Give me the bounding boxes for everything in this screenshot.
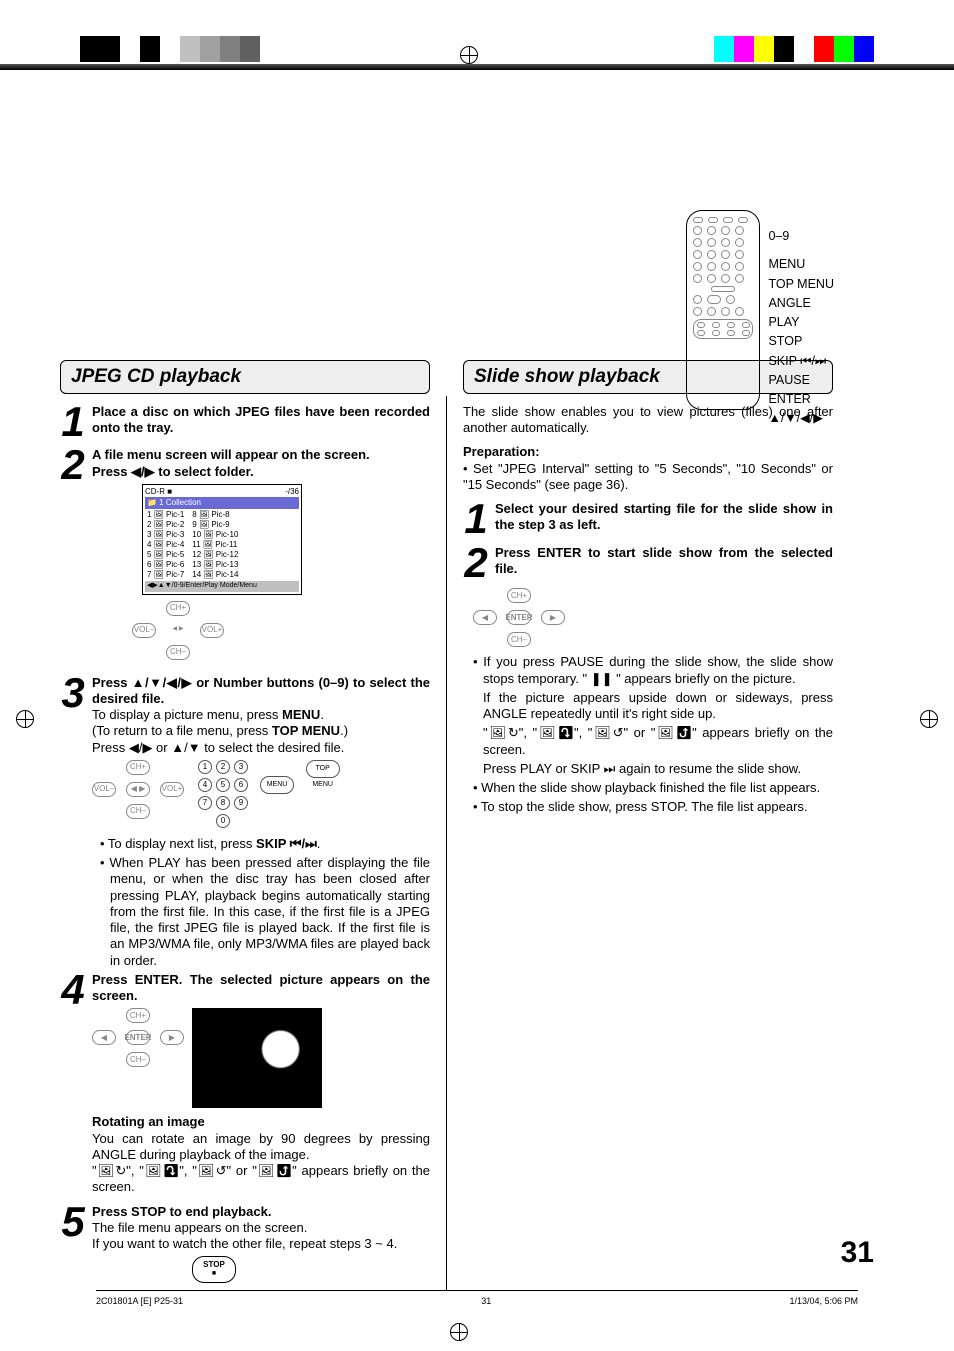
nav-cross-icon: CH+ ◀ ENTER ▶ CH– — [92, 1008, 184, 1068]
remote-diagram-cluster: 0–9 MENU TOP MENU ANGLE PLAY STOP SKIP ⏮… — [686, 210, 834, 427]
file-list-col: 1 🖼 Pic-12 🖼 Pic-2 3 🖼 Pic-34 🖼 Pic-4 5 … — [147, 510, 184, 580]
nav-cross-icon: CH+ VOL– ◀ ▶ VOL+ CH– — [132, 601, 224, 661]
remote-label: TOP MENU — [768, 276, 834, 292]
file-list-col: 8 🖼 Pic-89 🖼 Pic-9 10 🖼 Pic-1011 🖼 Pic-1… — [192, 510, 238, 580]
column-divider — [446, 396, 447, 1291]
remote-label: STOP — [768, 333, 834, 349]
step-text: Select your desired starting file for th… — [495, 501, 833, 537]
remote-outline — [686, 210, 760, 410]
remote-label: ENTER — [768, 391, 834, 407]
step-number: 1 — [463, 501, 489, 537]
nav-cross-icon: CH+ ◀ ENTER ▶ CH– — [473, 588, 565, 648]
registration-mark-icon — [16, 710, 34, 728]
step-text: Place a disc on which JPEG files have be… — [92, 404, 430, 440]
content-columns: JPEG CD playback 1 Place a disc on which… — [60, 360, 894, 1291]
footer-right: 1/13/04, 5:06 PM — [789, 1296, 858, 1307]
remote-label: ▲/▼/◀/▶ — [768, 410, 834, 426]
remote-labels: 0–9 MENU TOP MENU ANGLE PLAY STOP SKIP ⏮… — [768, 210, 834, 427]
topmenu-button-icon: TOP MENU — [306, 760, 340, 778]
step-text: A file menu screen will appear on the sc… — [92, 447, 430, 666]
step-number: 2 — [60, 447, 86, 666]
page: 0–9 MENU TOP MENU ANGLE PLAY STOP SKIP ⏮… — [0, 70, 954, 1331]
slide-notes: • If you press PAUSE during the slide sh… — [473, 654, 833, 815]
preparation: Preparation: • Set "JPEG Interval" setti… — [463, 444, 833, 493]
remote-label: SKIP ⏮/⏭ — [768, 353, 834, 369]
stop-button-icon: STOP — [192, 1256, 236, 1283]
slide-step-2: 2 Press ENTER to start slide show from t… — [463, 545, 833, 581]
step3-notes: • To display next list, press SKIP ⏮/⏭. … — [100, 836, 430, 969]
left-column: JPEG CD playback 1 Place a disc on which… — [60, 360, 430, 1291]
footer-meta: 2C01801A [E] P25-31 31 1/13/04, 5:06 PM — [96, 1296, 858, 1307]
remote-label: MENU — [768, 256, 834, 272]
right-column: Slide show playback The slide show enabl… — [463, 360, 833, 1291]
picture-preview-icon — [192, 1008, 322, 1108]
registration-mark-icon — [450, 1323, 468, 1341]
registration-mark-icon — [460, 46, 478, 64]
remote-label: PAUSE — [768, 372, 834, 388]
footer-rule — [96, 1290, 858, 1291]
color-bars-right — [714, 36, 874, 62]
rotating-heading: Rotating an image — [92, 1114, 205, 1129]
color-bars-left — [80, 36, 260, 62]
slide-step-1: 1 Select your desired starting file for … — [463, 501, 833, 537]
step-text: Press ENTER. The selected picture appear… — [92, 972, 430, 1196]
section-title: JPEG CD playback — [60, 360, 430, 394]
remote-label: PLAY — [768, 314, 834, 330]
footer-left: 2C01801A [E] P25-31 — [96, 1296, 183, 1307]
step-4: 4 Press ENTER. The selected picture appe… — [60, 972, 430, 1196]
step-number: 2 — [463, 545, 489, 581]
footer-center: 31 — [481, 1296, 491, 1307]
step-text: Press ▲/▼/◀/▶ or Number buttons (0–9) to… — [92, 675, 430, 828]
step-number: 5 — [60, 1204, 86, 1284]
step-5: 5 Press STOP to end playback. The file m… — [60, 1204, 430, 1284]
registration-mark-icon — [920, 710, 938, 728]
page-number: 31 — [841, 1234, 874, 1272]
step-text: Press ENTER to start slide show from the… — [495, 545, 833, 581]
remote-label: ANGLE — [768, 295, 834, 311]
numpad-icon: 123 456 789 0 — [198, 760, 248, 828]
step-text: Press STOP to end playback. The file men… — [92, 1204, 430, 1284]
remote-label: 0–9 — [768, 228, 834, 244]
step-number: 4 — [60, 972, 86, 1196]
file-menu-screenshot: CD-R ■-/36 📁 1 Collection 1 🖼 Pic-12 🖼 P… — [142, 484, 302, 595]
step-number: 1 — [60, 404, 86, 440]
step-1: 1 Place a disc on which JPEG files have … — [60, 404, 430, 440]
print-header — [0, 0, 954, 64]
menu-button-icon: MENU — [260, 776, 294, 794]
step-2: 2 A file menu screen will appear on the … — [60, 447, 430, 666]
step-3: 3 Press ▲/▼/◀/▶ or Number buttons (0–9) … — [60, 675, 430, 828]
step-number: 3 — [60, 675, 86, 828]
nav-cross-icon: CH+ VOL– ◀ ▶ VOL+ CH– — [92, 760, 184, 820]
